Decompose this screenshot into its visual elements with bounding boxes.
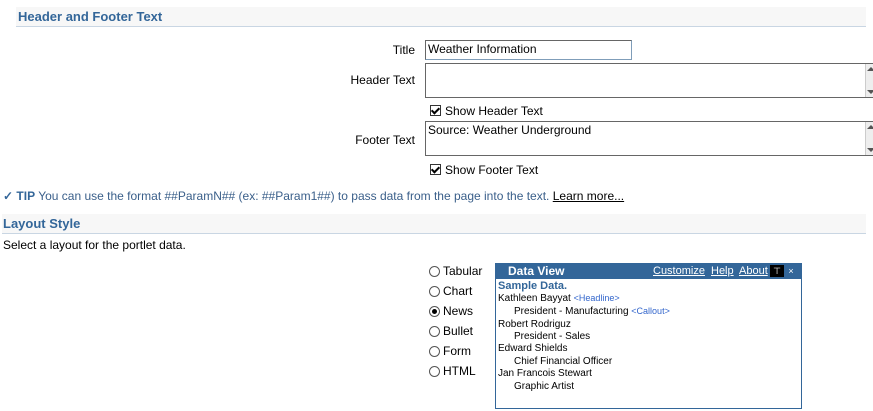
footer-text-label: Footer Text: [355, 133, 415, 147]
learn-more-link[interactable]: Learn more...: [553, 189, 624, 203]
list-item: Chief Financial Officer: [514, 356, 613, 367]
radio-form[interactable]: [429, 346, 440, 357]
section-divider: [2, 233, 866, 234]
radio-label-chart: Chart: [443, 284, 473, 298]
list-item: Jan Francois Stewart: [498, 368, 592, 379]
scroll-up-icon[interactable]: [867, 67, 873, 71]
scroll-down-icon[interactable]: [867, 148, 873, 152]
header-text-scrollbar[interactable]: [865, 64, 873, 97]
tip-check-icon: ✓: [3, 189, 14, 203]
collapse-icon[interactable]: ⊤: [770, 265, 784, 277]
radio-label-bullet: Bullet: [443, 324, 474, 338]
show-header-checkbox[interactable]: [430, 105, 441, 116]
section-title-layout-style: Layout Style: [3, 216, 81, 231]
tip-text: You can use the format ##ParamN## (ex: #…: [38, 189, 550, 203]
footer-text-value: Source: Weather Underground: [428, 123, 592, 137]
title-label: Title: [392, 43, 415, 57]
show-footer-checkbox[interactable]: [430, 164, 441, 175]
radio-label-form: Form: [443, 344, 471, 358]
list-item: Edward Shields: [498, 343, 568, 354]
layout-instruction: Select a layout for the portlet data.: [3, 238, 186, 252]
title-input[interactable]: Weather Information: [425, 40, 632, 60]
show-footer-label: Show Footer Text: [445, 163, 539, 177]
radio-tabular[interactable]: [429, 266, 440, 277]
tip-line: ✓ TIP You can use the format ##ParamN## …: [3, 189, 624, 203]
about-link[interactable]: About: [739, 265, 768, 277]
section-divider: [16, 26, 866, 27]
section-title-header-footer: Header and Footer Text: [18, 9, 163, 24]
radio-bullet[interactable]: [429, 326, 440, 337]
radio-label-html: HTML: [443, 364, 476, 378]
show-header-label: Show Header Text: [445, 104, 543, 118]
radio-news[interactable]: [429, 306, 440, 317]
help-link[interactable]: Help: [711, 265, 734, 277]
list-item: Robert Rodriguz: [498, 319, 571, 330]
radio-label-tabular: Tabular: [443, 264, 483, 278]
radio-html[interactable]: [429, 366, 440, 377]
radio-chart[interactable]: [429, 286, 440, 297]
header-text-label: Header Text: [350, 73, 415, 87]
sample-heading: Sample Data.: [498, 280, 568, 292]
footer-text-scrollbar[interactable]: [865, 122, 873, 155]
tip-label: TIP: [16, 189, 36, 203]
radio-label-news: News: [443, 304, 474, 318]
list-item: Kathleen Bayyat <Headline>: [498, 293, 620, 304]
header-text-area[interactable]: [425, 63, 873, 98]
data-view-title: Data View: [508, 264, 565, 278]
scroll-up-icon[interactable]: [867, 125, 873, 129]
list-item: Graphic Artist: [514, 381, 575, 392]
footer-text-area[interactable]: Source: Weather Underground: [425, 121, 873, 156]
data-view-preview: Data View Customize Help About ⊤ × Sampl…: [495, 263, 802, 409]
scroll-down-icon[interactable]: [867, 90, 873, 94]
list-item: President - Manufacturing <Callout>: [514, 306, 670, 317]
data-view-header: Data View Customize Help About ⊤ ×: [496, 264, 801, 279]
section-header-bg: [2, 214, 866, 233]
close-icon[interactable]: ×: [784, 265, 798, 277]
customize-link[interactable]: Customize: [653, 265, 705, 277]
list-item: President - Sales: [514, 331, 591, 342]
